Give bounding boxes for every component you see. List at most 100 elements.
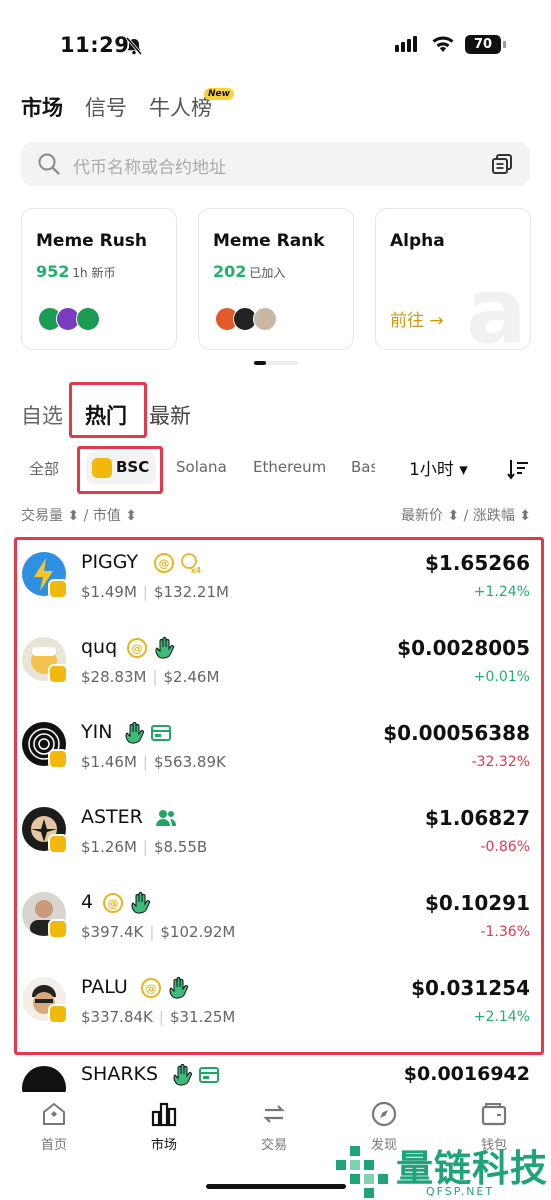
token-price: $0.031254: [411, 976, 530, 1000]
card-title: Meme Rush: [36, 231, 148, 251]
alpha-go-link[interactable]: 前往 →: [390, 306, 444, 331]
card-badge-icon: [199, 1067, 219, 1083]
tab-leaderboard[interactable]: 牛人榜: [149, 92, 212, 122]
card-title: Meme Rank: [213, 231, 325, 251]
nav-label: 首页: [40, 1138, 67, 1153]
status-time: 11:29: [60, 33, 130, 57]
chain-all[interactable]: 全部: [29, 458, 59, 479]
carousel-pager-active: [254, 361, 266, 365]
tab-market[interactable]: 市场: [21, 92, 63, 122]
battery-tip: [503, 41, 506, 48]
bnb-chain-icon: [48, 664, 68, 684]
card-subtitle: 1h 新币: [72, 266, 116, 280]
token-symbol: PALU: [81, 976, 128, 998]
svg-text:@: @: [132, 642, 143, 655]
token-symbol: SHARKS: [81, 1063, 159, 1085]
bnb-chain-icon: [48, 919, 68, 939]
highlight-box-hot-tab: [69, 382, 147, 438]
watermark-text: 量链科技: [396, 1147, 548, 1190]
token-symbol: quq: [81, 636, 118, 658]
token-change: +1.24%: [473, 584, 530, 600]
token-volume-mcap: $1.26M | $8.55B: [81, 838, 208, 856]
token-row[interactable]: PALU @ $337.84K | $31.25M $0.031254 +2.14%: [14, 962, 544, 1047]
card-badge-icon: [151, 725, 171, 741]
at-mention-icon: @: [141, 978, 161, 998]
at-mention-icon: @: [154, 553, 174, 573]
bnb-chain-icon: [48, 1004, 68, 1024]
watermark-url: QFSP.NET: [426, 1185, 495, 1198]
search-bar[interactable]: 代币名称或合约地址: [21, 142, 530, 186]
feature-cards: Meme Rush 952 1h 新币 Meme Rank 202 已加入 a Al…: [21, 208, 551, 350]
token-price: $1.06827: [424, 806, 530, 830]
bnb-chain-icon: [48, 749, 68, 769]
bnb-chain-icon: [48, 579, 68, 599]
at-mention-icon: @: [127, 638, 147, 658]
token-symbol: 4: [81, 891, 94, 913]
nav-market[interactable]: 市场: [124, 1100, 204, 1153]
search-input[interactable]: 代币名称或合约地址: [73, 153, 226, 178]
chain-solana[interactable]: Solana: [176, 458, 227, 476]
nav-label: 市场: [150, 1138, 177, 1153]
sort-volume-mcap[interactable]: 交易量 ⬍ / 市值 ⬍: [21, 505, 137, 525]
token-row[interactable]: 4 @ $397.4K | $102.92M $0.10291 -1.36%: [14, 877, 544, 962]
at-mention-icon: @: [103, 893, 123, 913]
card-alpha[interactable]: a Alpha 前往 →: [375, 208, 531, 350]
nav-trade[interactable]: 交易: [234, 1100, 314, 1153]
token-volume-mcap: $337.84K | $31.25M: [81, 1008, 236, 1026]
sort-icon[interactable]: [506, 457, 530, 481]
watermark: 量链科技 QFSP.NET: [330, 1138, 551, 1200]
token-mini-icon: [253, 307, 277, 331]
token-row[interactable]: ASTER $1.26M | $8.55B $1.06827 -0.86%: [14, 792, 544, 877]
market-icon: [151, 1102, 177, 1127]
contract-address-icon[interactable]: [490, 152, 514, 176]
new-badge: New: [204, 88, 234, 100]
token-row[interactable]: quq @ $28.83M | $2.46M $0.0028005 +0.01%: [14, 622, 544, 707]
chain-ethereum[interactable]: Ethereum: [253, 458, 326, 476]
home-icon: [43, 1103, 65, 1125]
tab-newest[interactable]: 最新: [149, 400, 191, 430]
token-price: $1.65266: [424, 551, 530, 575]
token-price: $0.0028005: [397, 636, 530, 660]
card-meme-rush[interactable]: Meme Rush 952 1h 新币: [21, 208, 177, 350]
hand-wave-icon: [131, 892, 151, 914]
token-volume-mcap: $397.4K | $102.92M: [81, 923, 236, 941]
svg-text:@: @: [108, 897, 119, 910]
token-change: -32.32%: [471, 754, 530, 770]
token-volume-mcap: $28.83M | $2.46M: [81, 668, 220, 686]
token-price: $0.0016942: [403, 1063, 530, 1085]
wifi-icon: [432, 36, 454, 52]
card-title: Alpha: [390, 231, 445, 251]
bell-muted-icon: [125, 37, 143, 55]
tab-signals[interactable]: 信号: [85, 92, 127, 122]
card-subtitle: 已加入: [249, 266, 286, 280]
nav-home[interactable]: 首页: [14, 1100, 94, 1153]
token-avatar: [22, 1066, 66, 1092]
hand-wave-icon: [169, 977, 189, 999]
token-price: $0.00056388: [383, 721, 530, 745]
search-icon: [38, 153, 60, 175]
token-symbol: YIN: [81, 721, 113, 743]
battery-indicator: 70: [465, 35, 501, 54]
sort-price-change[interactable]: 最新价 ⬍ / 涨跌幅 ⬍: [401, 505, 531, 525]
time-filter-dropdown[interactable]: 1小时 ▾: [409, 455, 468, 480]
bnb-chain-icon: [48, 834, 68, 854]
card-meme-rank[interactable]: Meme Rank 202 已加入: [198, 208, 354, 350]
home-indicator: [206, 1184, 346, 1189]
wallet-icon: [481, 1103, 507, 1126]
token-change: -1.36%: [480, 924, 530, 940]
token-symbol: PIGGY: [81, 551, 139, 573]
alpha-decoration: a: [466, 259, 527, 350]
svg-text:x4: x4: [191, 566, 202, 574]
tab-favorites[interactable]: 自选: [21, 400, 63, 430]
token-change: +0.01%: [473, 669, 530, 685]
svg-text:@: @: [146, 982, 157, 995]
token-row[interactable]: PIGGY @ x4 $1.49M | $132.21M $1.65266 +1.2…: [14, 537, 544, 622]
users-icon: [156, 810, 176, 826]
token-row-partial[interactable]: SHARKS $0.0016942: [14, 1058, 544, 1092]
token-row[interactable]: YIN $1.46M | $563.89K $0.00056388 -32.32%: [14, 707, 544, 792]
hand-wave-icon: [155, 637, 175, 659]
chain-base[interactable]: Bas: [351, 458, 375, 476]
sort-header: 交易量 ⬍ / 市值 ⬍ 最新价 ⬍ / 涨跌幅 ⬍: [21, 505, 531, 527]
nav-label: 交易: [260, 1138, 287, 1153]
status-bar: 11:29 70: [0, 0, 551, 90]
